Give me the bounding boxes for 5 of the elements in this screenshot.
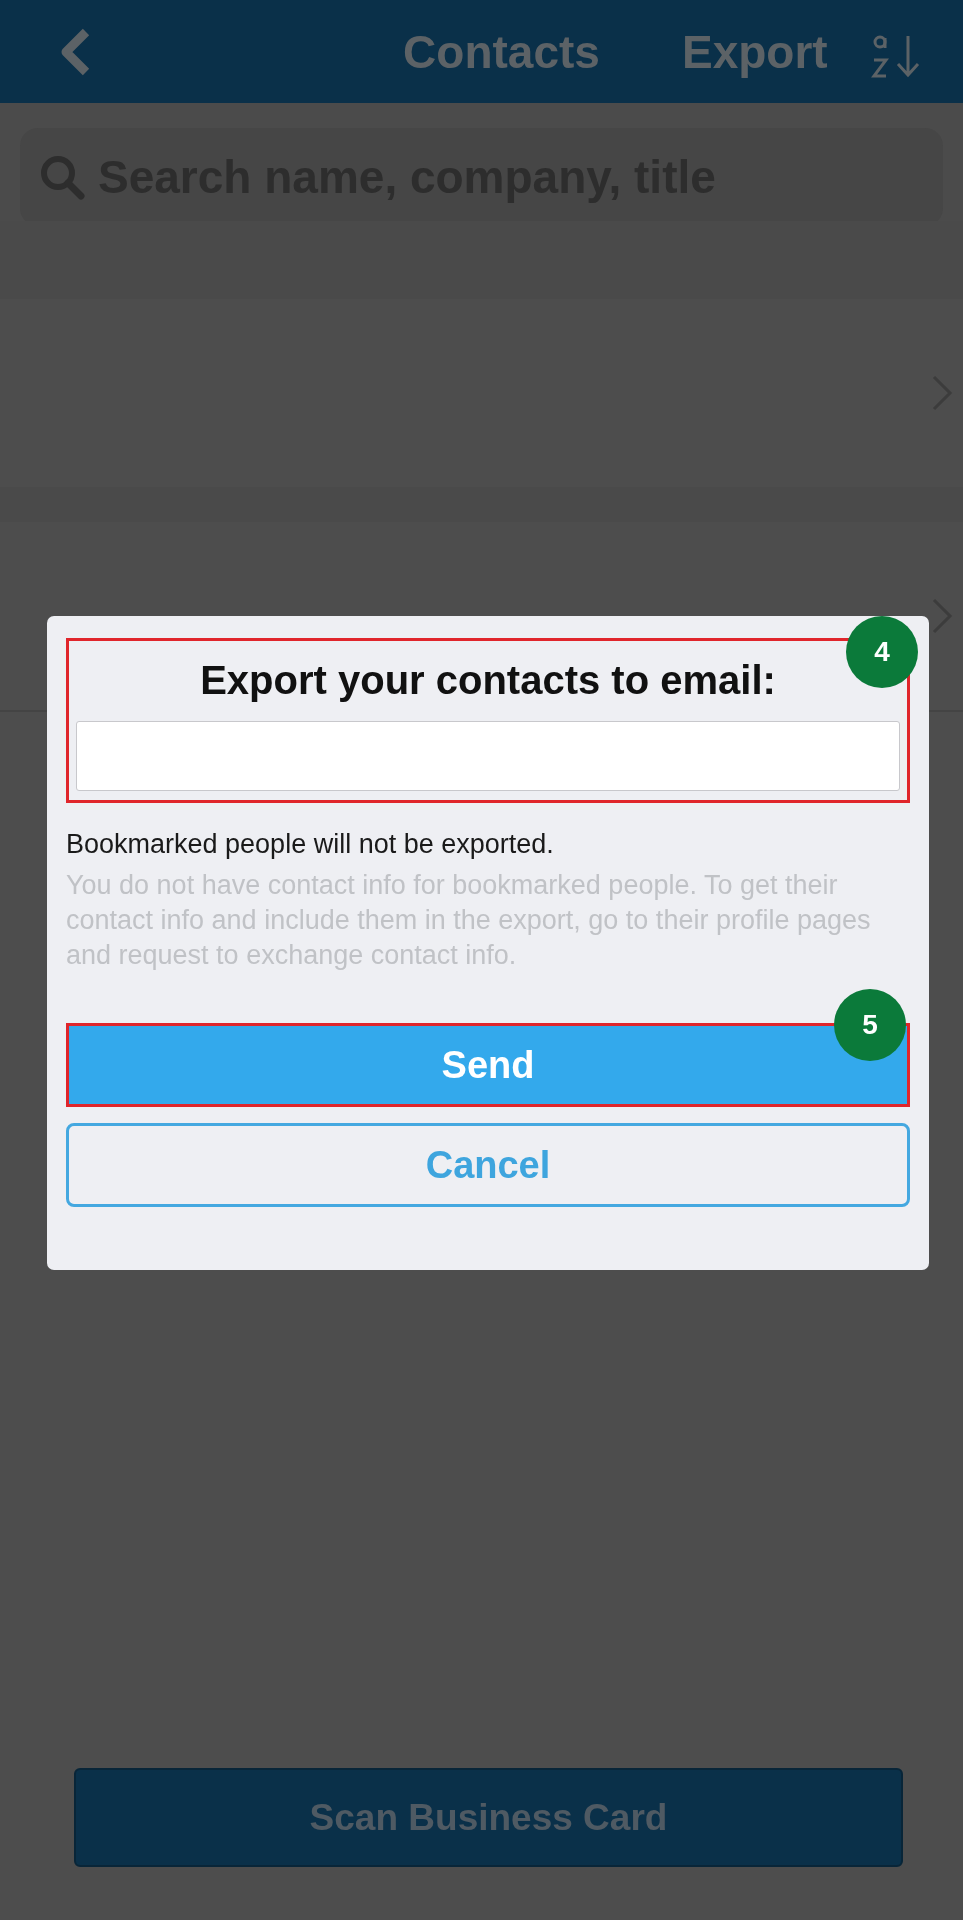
step-badge: 5 — [834, 989, 906, 1061]
screen-title: Contacts — [403, 24, 600, 79]
step-badge: 4 — [846, 616, 918, 688]
warning-text: Bookmarked people will not be exported. — [66, 829, 555, 860]
dialog-title: Export your contacts to email: — [199, 658, 777, 703]
